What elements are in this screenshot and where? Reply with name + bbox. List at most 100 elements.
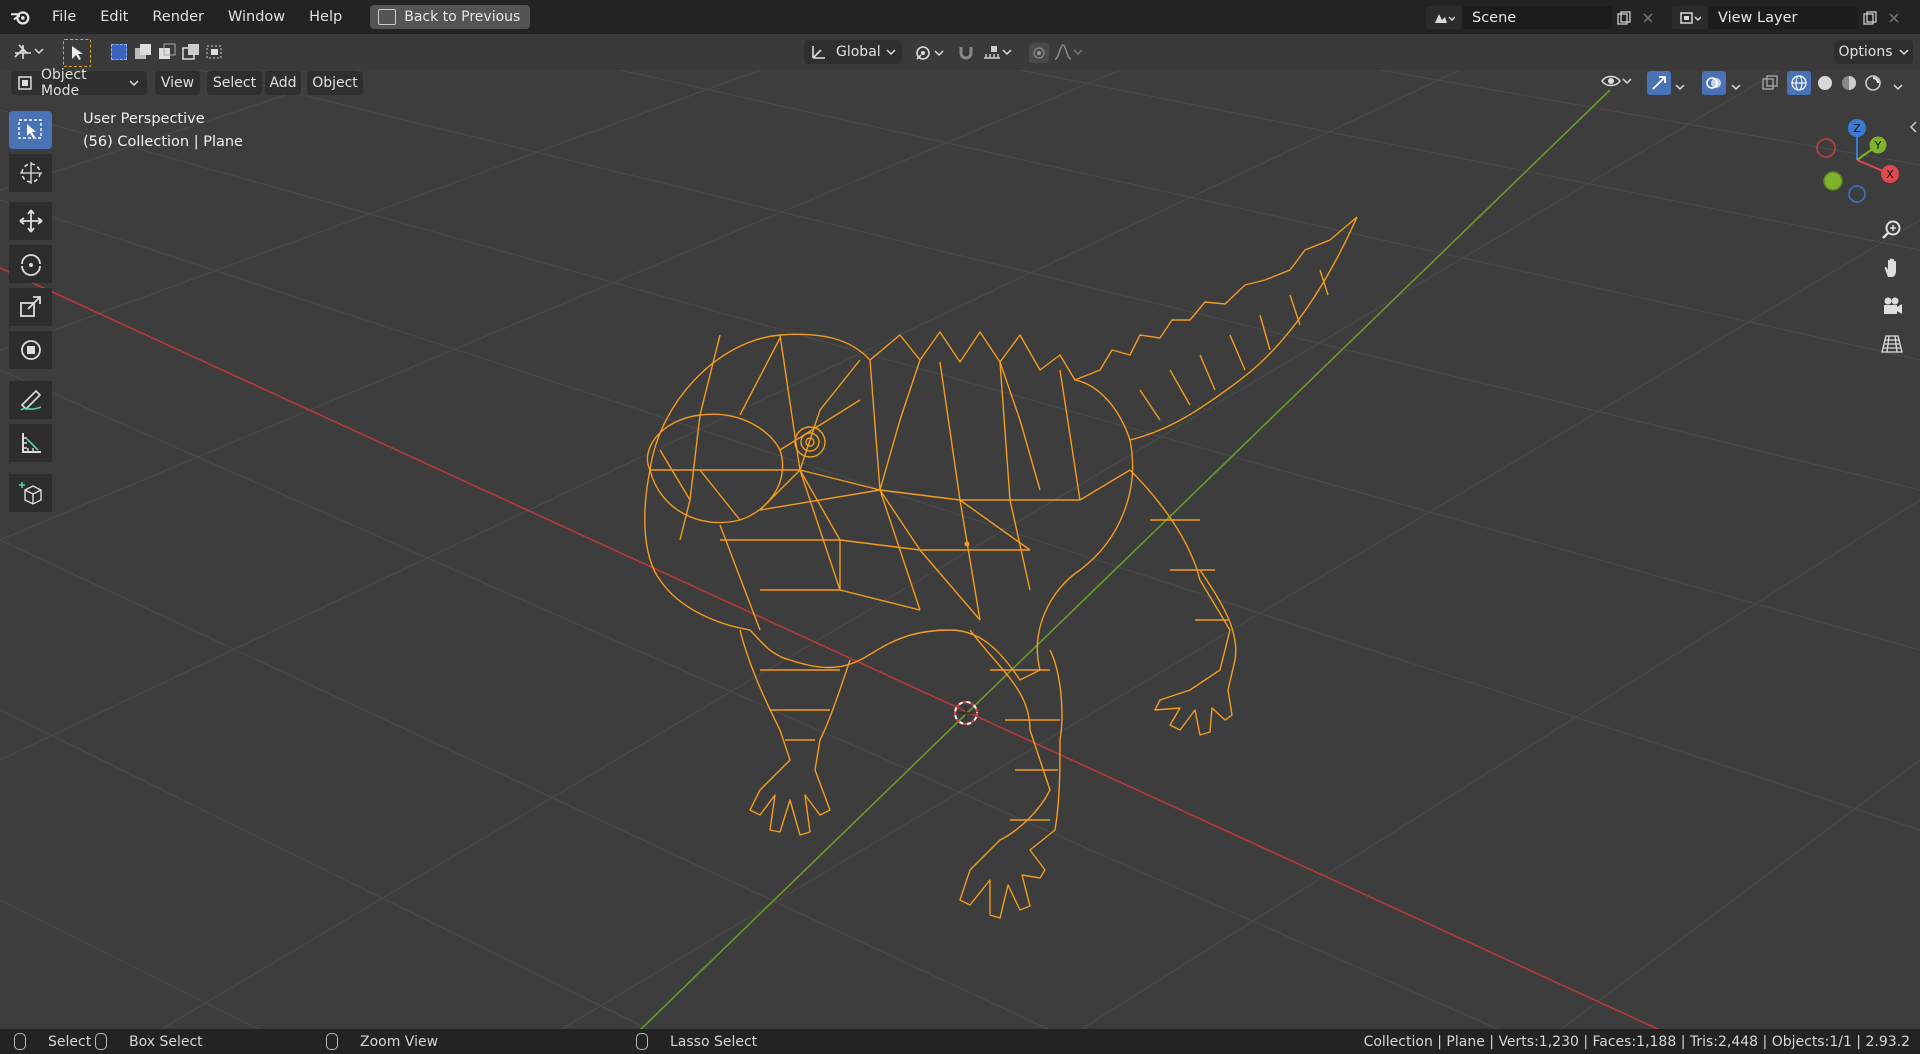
wireframe-sphere-icon: [1791, 75, 1807, 91]
snap-target-dropdown[interactable]: [982, 43, 1012, 61]
chevron-down-icon: [1898, 49, 1909, 56]
object-mode-icon: [18, 76, 32, 90]
object-mode-dropdown[interactable]: Object Mode: [11, 67, 147, 99]
select-tool-button[interactable]: [63, 39, 91, 67]
wireframe-shading-button[interactable]: [1787, 71, 1811, 95]
tool-scale[interactable]: [9, 288, 52, 326]
subtract-selection-button[interactable]: [157, 42, 177, 62]
new-view-layer-button[interactable]: [1858, 6, 1882, 29]
zoom-magnifier-icon: [1882, 220, 1901, 239]
back-icon: [378, 9, 397, 25]
status-select-hint: Select: [14, 1029, 91, 1054]
snap-toggle[interactable]: [955, 43, 977, 63]
blender-logo-icon[interactable]: [10, 6, 32, 28]
main-menu: File Edit Render Window Help: [40, 0, 354, 34]
xray-toggle[interactable]: [1760, 73, 1780, 93]
shading-dropdown[interactable]: [1893, 79, 1903, 95]
overlays-dropdown[interactable]: [1731, 79, 1741, 95]
scene-name-field[interactable]: Scene: [1462, 6, 1612, 29]
options-dropdown[interactable]: Options: [1834, 40, 1913, 64]
scene-icon: [1435, 13, 1455, 23]
new-scene-button[interactable]: [1612, 6, 1636, 29]
gizmo-dropdown[interactable]: [1675, 79, 1685, 95]
menu-help[interactable]: Help: [297, 9, 354, 25]
tool-annotate[interactable]: [9, 381, 52, 419]
solid-shading-button[interactable]: [1813, 71, 1837, 95]
orientation-icon: [812, 46, 825, 59]
extend-selection-icon: [135, 44, 151, 59]
3d-cursor-tool-icon: [19, 162, 42, 184]
set-new-selection-button[interactable]: [109, 42, 129, 62]
invert-selection-icon: [182, 44, 199, 60]
delete-scene-button[interactable]: [1636, 6, 1660, 29]
object-mode-label: Object Mode: [40, 67, 87, 99]
material-shading-button[interactable]: [1837, 71, 1861, 95]
tool-select-box[interactable]: [9, 111, 52, 149]
transform-orientation-dropdown[interactable]: Global: [804, 40, 902, 64]
annotate-pencil-icon: [20, 389, 41, 411]
pan-view-button[interactable]: [1876, 252, 1908, 284]
add-menu[interactable]: Add: [265, 71, 301, 95]
chevron-down-icon: [1073, 49, 1083, 56]
xray-icon: [1762, 75, 1778, 90]
menu-window[interactable]: Window: [216, 9, 297, 25]
gizmo-toggle[interactable]: [1647, 71, 1671, 95]
intersect-selection-button[interactable]: [205, 42, 225, 62]
top-bar: File Edit Render Window Help Back to Pre…: [0, 0, 1920, 34]
overlays-icon: [1706, 77, 1721, 89]
tool-transform[interactable]: [9, 331, 52, 369]
viewport-perspective-label: User Perspective: [83, 111, 205, 127]
scene-type-dropdown[interactable]: [1426, 6, 1462, 29]
proportional-editing-toggle[interactable]: [1029, 43, 1049, 63]
status-bar: Select Box Select Zoom View Lasso Select…: [0, 1029, 1920, 1054]
camera-view-button[interactable]: [1876, 290, 1908, 322]
chevron-down-icon: [934, 50, 944, 57]
scene-statistics: Collection | Plane | Verts:1,230 | Faces…: [1363, 1033, 1910, 1050]
object-menu[interactable]: Object: [307, 71, 363, 95]
back-to-previous-button[interactable]: Back to Previous: [370, 5, 531, 29]
tool-move[interactable]: [9, 202, 52, 240]
view-layer-name-field[interactable]: View Layer: [1708, 6, 1858, 29]
tool-rotate[interactable]: [9, 245, 52, 283]
toggle-perspective-button[interactable]: [1876, 328, 1908, 360]
object-menu-label: Object: [312, 75, 358, 91]
object-origin-dot: [964, 541, 970, 547]
duplicate-icon: [1863, 10, 1877, 25]
delete-view-layer-button[interactable]: [1882, 6, 1906, 29]
menu-render[interactable]: Render: [140, 9, 216, 25]
chevron-down-icon: [34, 48, 44, 55]
view-layer-dropdown[interactable]: [1672, 6, 1708, 29]
orientation-value: Global: [836, 44, 881, 60]
rendered-sphere-icon: [1865, 75, 1881, 91]
gizmo-icon: [1652, 76, 1666, 90]
sidebar-toggle[interactable]: [1908, 120, 1918, 138]
rendered-shading-button[interactable]: [1861, 71, 1885, 95]
tool-cursor[interactable]: [9, 154, 52, 192]
view-menu[interactable]: View: [155, 71, 200, 95]
visibility-dropdown[interactable]: [1600, 72, 1632, 90]
chevron-down-icon: [1675, 84, 1685, 91]
scene-selector: Scene: [1426, 6, 1660, 29]
menu-file[interactable]: File: [40, 9, 88, 25]
right-mouse-icon: [636, 1033, 648, 1050]
proportional-falloff-dropdown[interactable]: [1053, 43, 1083, 61]
invert-selection-button[interactable]: [181, 42, 201, 62]
zoom-view-button[interactable]: [1876, 214, 1908, 246]
rotate-icon: [20, 254, 41, 276]
menu-edit[interactable]: Edit: [88, 9, 140, 25]
intersect-selection-icon: [206, 45, 222, 59]
chevron-down-icon: [886, 49, 896, 56]
select-menu[interactable]: Select: [207, 71, 262, 95]
extend-selection-button[interactable]: [133, 42, 153, 62]
drag-mouse-icon: [95, 1033, 107, 1050]
tool-add-cube[interactable]: [9, 474, 52, 512]
transform-pivot-dropdown[interactable]: [12, 41, 44, 61]
status-box-select-hint: Box Select: [95, 1029, 203, 1054]
overlays-toggle[interactable]: [1702, 71, 1726, 95]
pivot-point-dropdown[interactable]: [914, 44, 944, 62]
tool-measure[interactable]: [9, 424, 52, 462]
navigation-gizmo[interactable]: Z Y X: [1810, 115, 1910, 205]
3d-viewport[interactable]: User Perspective (56) Collection | Plane: [0, 70, 1920, 1030]
gizmo-x-label: X: [1886, 168, 1894, 181]
view-layer-icon: [1680, 11, 1701, 24]
